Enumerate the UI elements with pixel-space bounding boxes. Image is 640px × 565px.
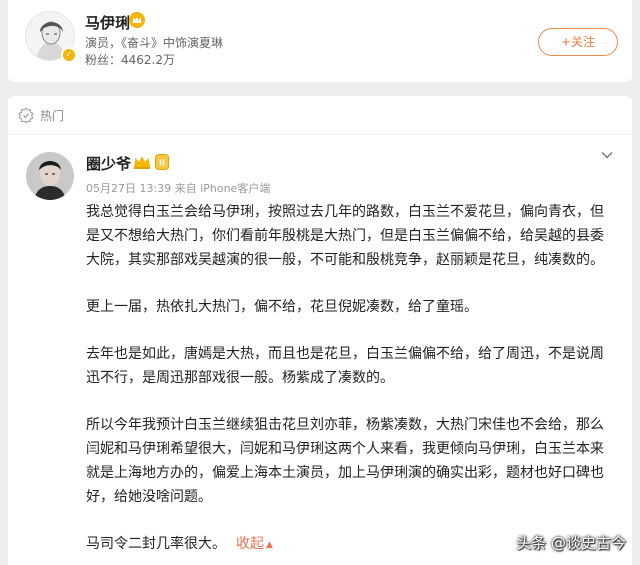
level-badge-icon: II (155, 154, 169, 170)
feed-card: 热门 圈少爷 II 05月27日 13:39 来自 iPhone客户端 我总觉得… (8, 96, 632, 565)
author-photo-icon (26, 152, 74, 200)
hot-section-header: 热门 (18, 105, 64, 125)
post-paragraph: 更上一届，热依扎大热门，偏不给，花旦倪妮凑数，给了童瑶。 (86, 299, 478, 315)
watermark: 头条 @谈史古今 (516, 534, 626, 552)
post-date[interactable]: 05月27日 13:39 (86, 182, 171, 195)
post-paragraph: 所以今年我预计白玉兰继续狙击花旦刘亦菲，杨紫凑数，大热门宋佳也不会给，那么闫妮和… (86, 417, 604, 505)
fans-label: 粉丝： (85, 53, 122, 67)
post-body: 我总觉得白玉兰会给马伊琍，按照过去几年的路数，白玉兰不爱花旦，偏向青衣，但是又不… (86, 200, 616, 557)
fans-count: 4462.2万 (121, 53, 176, 67)
divider (8, 134, 632, 135)
post-meta: 05月27日 13:39 来自 iPhone客户端 (86, 180, 270, 196)
follow-button[interactable]: +关注 (538, 28, 618, 56)
hot-label: 热门 (40, 108, 65, 123)
post-author-avatar[interactable] (26, 152, 74, 200)
author-badges: II (132, 154, 169, 170)
collapse-link[interactable]: 收起 ▲ (236, 536, 273, 552)
crown-icon (134, 156, 150, 169)
profile-avatar-wrap[interactable]: ✓ (25, 11, 79, 65)
profile-description: 演员，《奋斗》中饰演夏琳 (85, 36, 224, 50)
level-badge-text: II (159, 159, 165, 168)
chevron-down-icon[interactable] (600, 148, 614, 162)
post-author-name[interactable]: 圈少爷 (86, 153, 131, 174)
profile-fans: 粉丝：4462.2万 (85, 51, 175, 68)
verified-badge-icon: ✓ (61, 47, 77, 63)
post-paragraph: 我总觉得白玉兰会给马伊琍，按照过去几年的路数，白玉兰不爱花旦，偏向青衣，但是又不… (86, 204, 604, 268)
collapse-arrow-icon: ▲ (266, 540, 273, 550)
post-source: 来自 iPhone客户端 (174, 182, 271, 195)
collapse-label: 收起 (236, 536, 264, 552)
post-paragraph: 去年也是如此，唐嫣是大热，而且也是花旦，白玉兰偏偏不给，给了周迅，不是说周迅不行… (86, 346, 604, 386)
profile-name[interactable]: 马伊琍 (85, 12, 130, 33)
post-paragraph: 马司令二封几率很大。 (86, 536, 226, 552)
crown-icon (129, 12, 145, 28)
profile-card: ✓ 马伊琍 演员，《奋斗》中饰演夏琳 粉丝：4462.2万 +关注 (8, 0, 632, 82)
hot-badge-icon (18, 107, 34, 123)
